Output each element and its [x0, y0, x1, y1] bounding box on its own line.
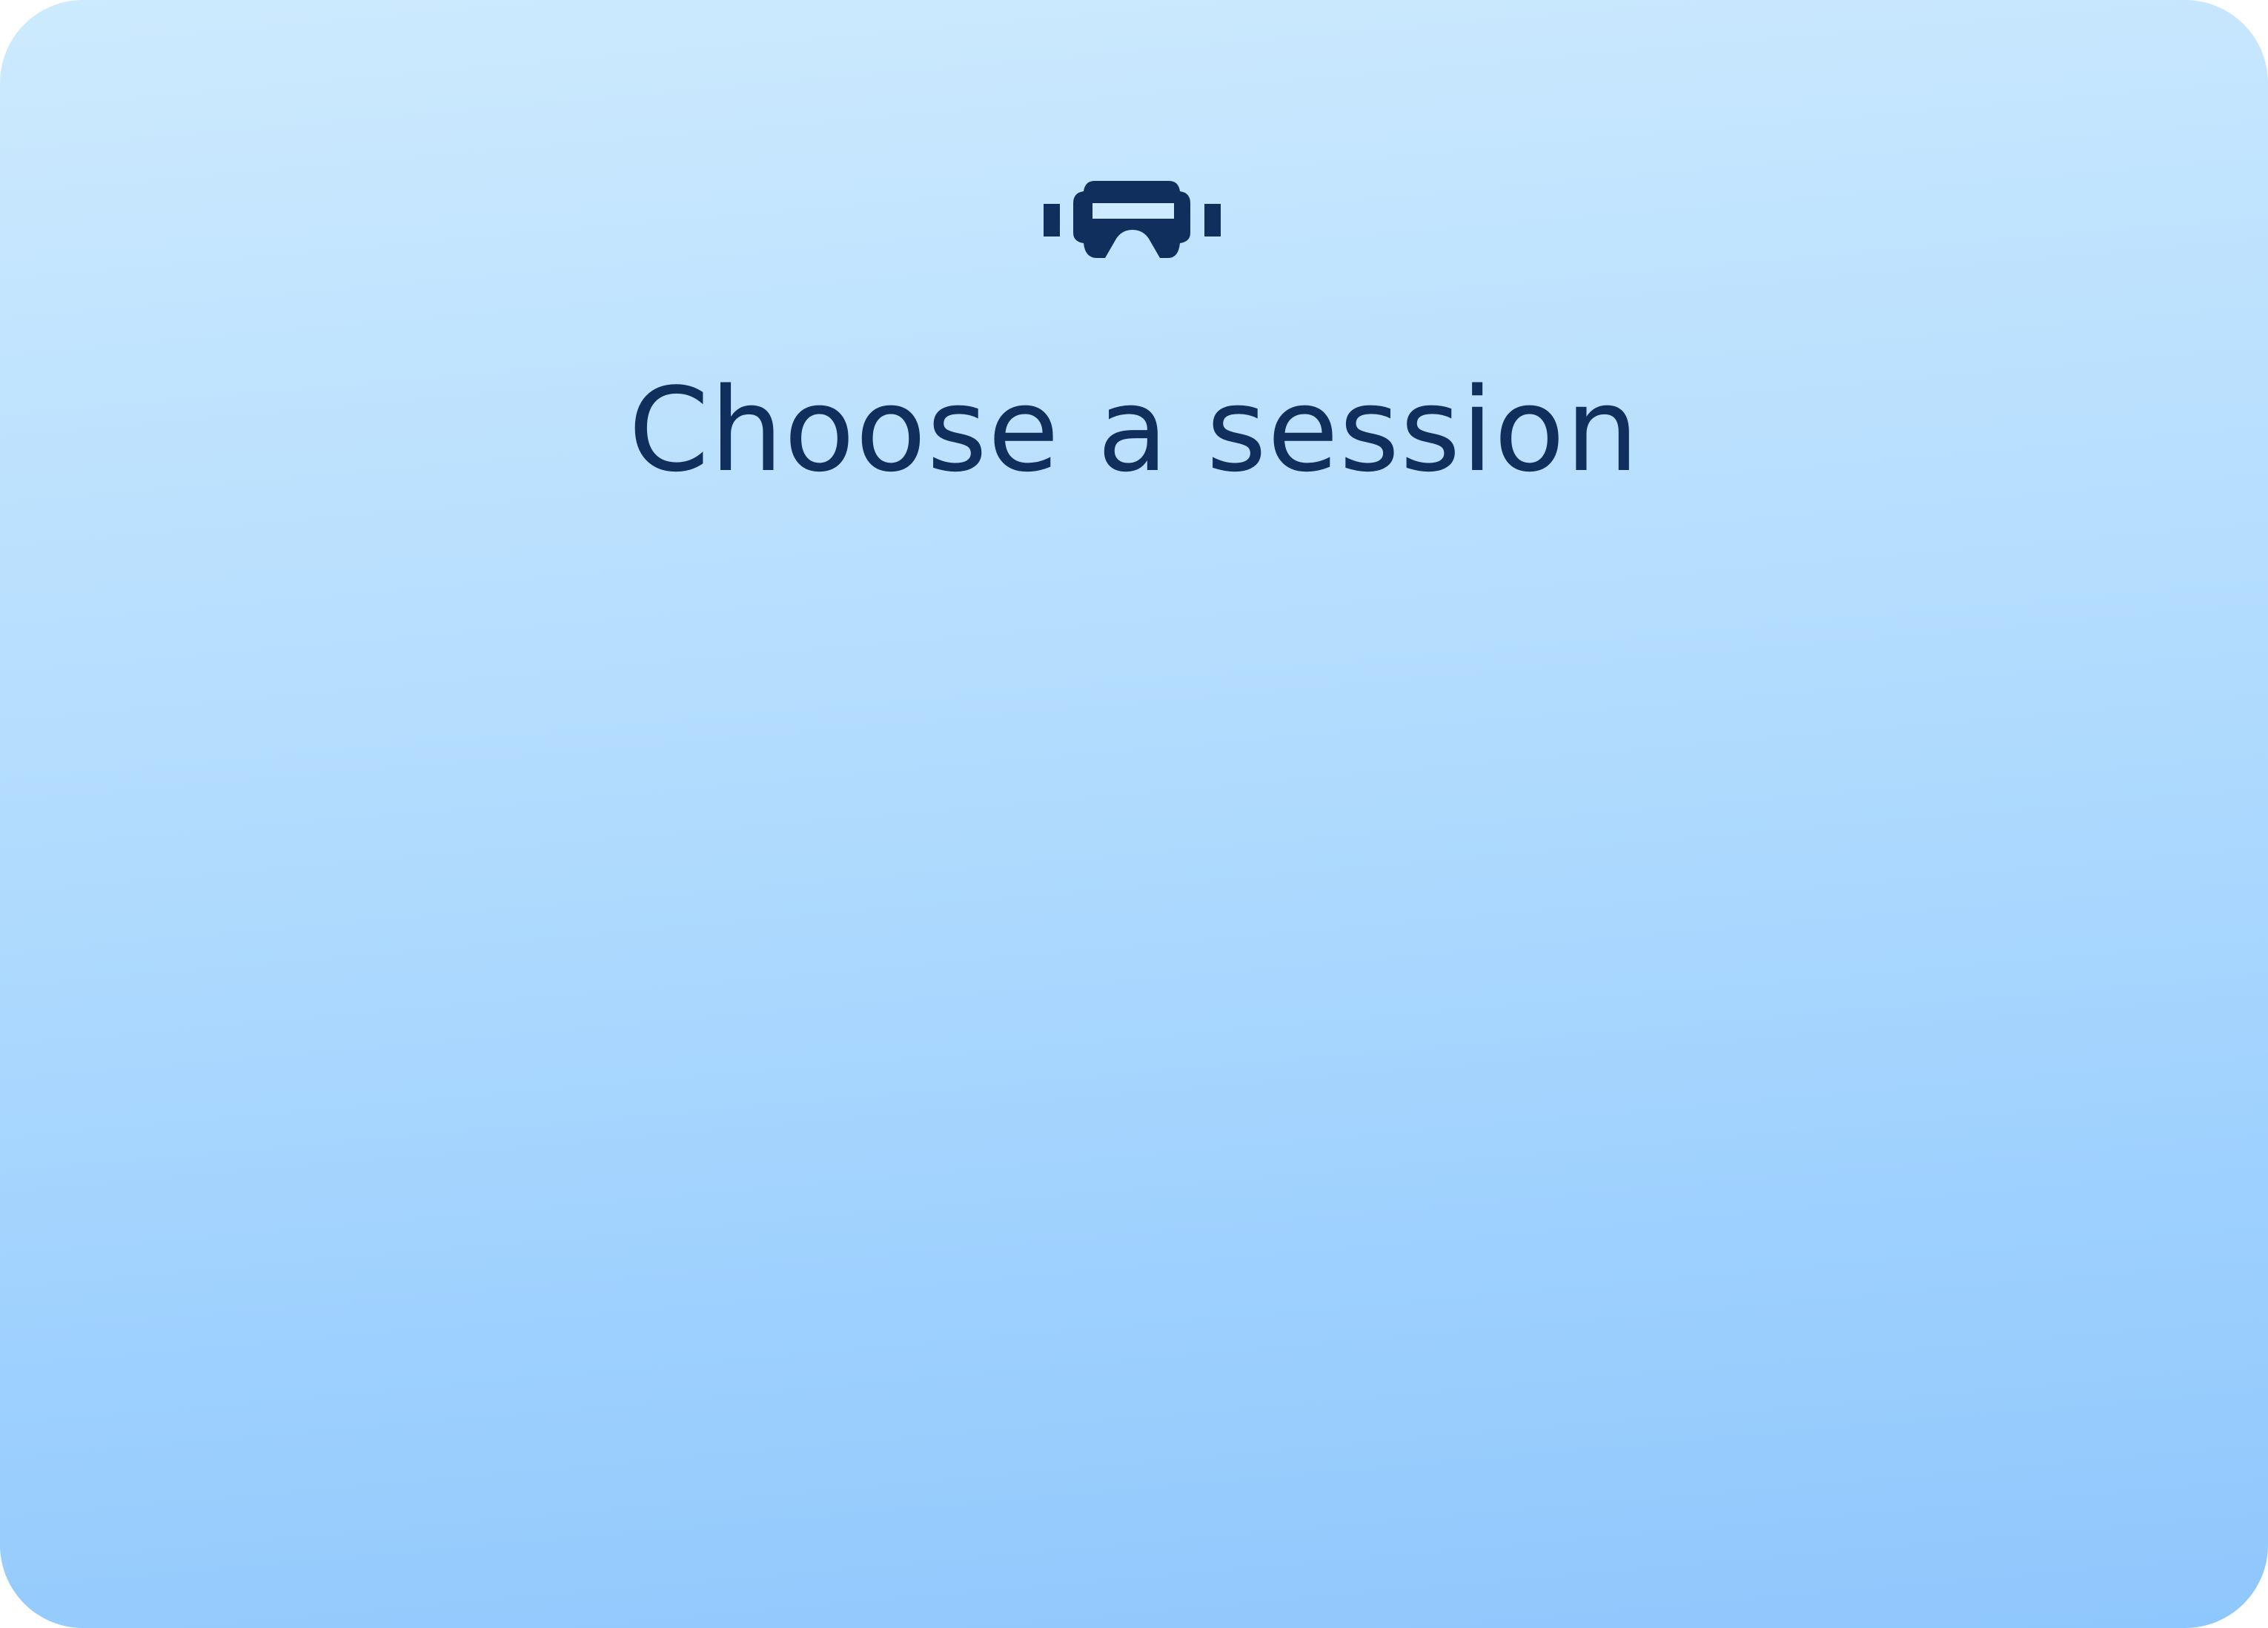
vr-headset-icon — [1044, 181, 1221, 258]
session-picker-panel: Choose a session — [0, 0, 2268, 1628]
page-title: Choose a session — [628, 363, 1640, 497]
